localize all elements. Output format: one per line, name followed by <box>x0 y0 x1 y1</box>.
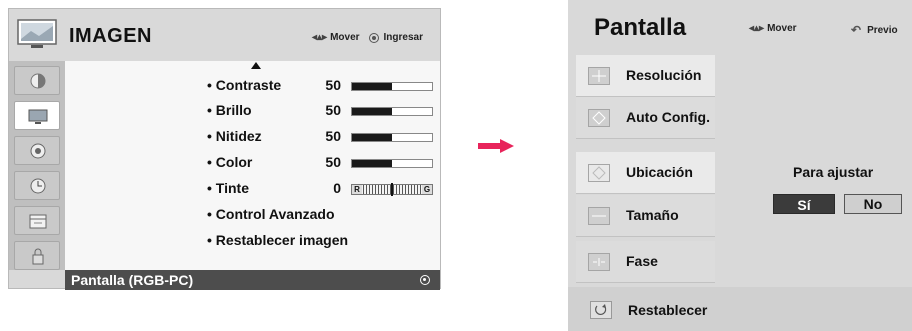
back-icon: ↶ <box>851 23 862 37</box>
option-label: Resolución <box>626 67 702 83</box>
hint-prev: Previo <box>867 24 898 36</box>
level-bar[interactable] <box>351 82 433 91</box>
tint-center-marker <box>391 183 393 196</box>
picture-settings-list: • Contraste 50 • Brillo 50 • Nitidez 50 … <box>65 61 440 270</box>
option-resolucion[interactable]: Resolución <box>576 55 715 97</box>
yes-button[interactable]: Sí <box>773 194 835 214</box>
setting-label: • Brillo <box>207 102 252 118</box>
previous-hint: ↶ Previo <box>851 23 898 37</box>
option-fase[interactable]: Fase <box>576 241 715 283</box>
category-sidebar <box>9 61 65 270</box>
dpad-icon: ◂▴▸ <box>749 23 765 34</box>
picture-icon[interactable] <box>14 66 60 95</box>
imagen-menu-header: IMAGEN ◂▴▸ Mover Ingresar <box>9 9 440 62</box>
menu-title: Pantalla <box>594 14 687 41</box>
adjust-prompt: Para ajustar <box>793 164 874 180</box>
phase-icon <box>588 253 610 271</box>
tv-screen-icon[interactable] <box>14 101 60 130</box>
right-arrow-icon <box>478 139 514 153</box>
ok-icon <box>420 275 430 285</box>
tint-bar[interactable]: R G <box>351 183 433 196</box>
setting-label: • Restablecer imagen <box>207 232 349 248</box>
option-restablecer[interactable]: Restablecer <box>568 287 912 331</box>
speaker-icon[interactable] <box>14 136 60 165</box>
resolution-icon <box>588 67 610 85</box>
option-label: Auto Config. <box>626 109 710 125</box>
option-auto-config[interactable]: Auto Config. <box>576 97 715 139</box>
setting-label: • Tinte <box>207 180 249 196</box>
level-fill <box>352 160 392 167</box>
navigation-hint: ◂▴▸ Mover Ingresar <box>312 32 423 43</box>
level-bar[interactable] <box>351 159 433 168</box>
scroll-up-icon[interactable] <box>251 62 261 69</box>
level-fill <box>352 134 392 141</box>
setting-label: • Nitidez <box>207 128 262 144</box>
setting-value: 50 <box>325 102 341 118</box>
option-label: Ubicación <box>626 164 693 180</box>
lock-icon[interactable] <box>14 241 60 270</box>
menu-title: IMAGEN <box>69 25 152 47</box>
setting-label: • Color <box>207 154 253 170</box>
tint-red-label: R <box>352 185 362 194</box>
setting-value: 50 <box>325 154 341 170</box>
pantalla-rgb-pc-item[interactable]: Pantalla (RGB-PC) <box>65 270 440 290</box>
level-fill <box>352 108 392 115</box>
level-bar[interactable] <box>351 107 433 116</box>
clock-icon[interactable] <box>14 171 60 200</box>
hint-enter: Ingresar <box>383 32 423 43</box>
calendar-icon[interactable] <box>14 206 60 235</box>
reset-label: Restablecer <box>628 302 708 318</box>
auto-config-icon <box>588 109 610 127</box>
option-tamano[interactable]: Tamaño <box>576 195 715 237</box>
no-button[interactable]: No <box>844 194 902 214</box>
navigation-hint: ◂▴▸ Mover <box>749 23 797 34</box>
size-icon <box>588 207 610 225</box>
setting-value: 50 <box>325 128 341 144</box>
ok-button-icon <box>368 32 379 43</box>
option-label: Tamaño <box>626 207 679 223</box>
footer-label: Pantalla (RGB-PC) <box>71 272 194 288</box>
setting-value: 50 <box>325 77 341 93</box>
setting-label: • Control Avanzado <box>207 206 335 222</box>
level-bar[interactable] <box>351 133 433 142</box>
hint-move: Mover <box>330 32 360 43</box>
option-label: Fase <box>626 253 658 269</box>
dpad-icon: ◂▴▸ <box>312 32 328 43</box>
option-ubicacion[interactable]: Ubicación <box>576 152 715 194</box>
imagen-menu: IMAGEN ◂▴▸ Mover Ingresar • Contraste 50… <box>8 8 441 290</box>
tv-icon <box>17 19 57 48</box>
hint-move: Mover <box>767 23 797 34</box>
tint-green-label: G <box>422 185 432 194</box>
setting-value: 0 <box>333 180 341 196</box>
pantalla-menu: Pantalla ◂▴▸ Mover ↶ Previo Resolución A… <box>568 0 912 331</box>
reset-icon <box>590 301 612 319</box>
setting-label: • Contraste <box>207 77 282 93</box>
level-fill <box>352 83 392 90</box>
position-icon <box>588 164 610 182</box>
